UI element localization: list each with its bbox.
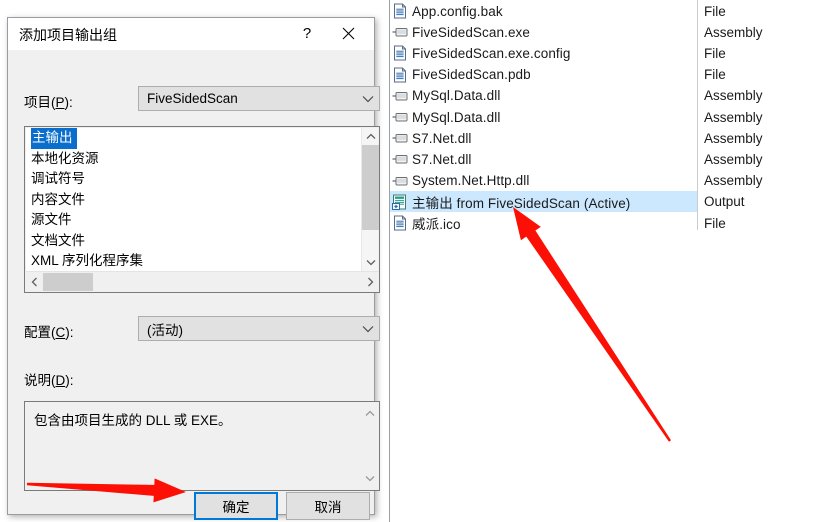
description-label: 说明(D): [24, 369, 74, 389]
ok-button[interactable]: 确定 [194, 492, 278, 520]
description-label-accesskey: D [55, 373, 66, 388]
file-type: Assembly [704, 88, 763, 104]
file-list-row[interactable]: System.Net.Http.dll [390, 170, 697, 191]
listbox-horizontal-scrollbar[interactable] [26, 271, 379, 291]
description-vertical-scrollbar[interactable] [361, 403, 378, 489]
file-list-row[interactable]: 威派.ico [390, 213, 697, 234]
scroll-up-icon[interactable] [361, 405, 378, 422]
file-type: Assembly [704, 24, 763, 40]
scroll-up-icon[interactable] [362, 128, 379, 145]
configuration-dropdown[interactable]: (活动) [138, 316, 380, 341]
assembly-icon [392, 24, 409, 40]
description-label-pre: 说明( [24, 373, 56, 388]
file-name: S7.Net.dll [412, 151, 472, 167]
document-icon [392, 215, 409, 231]
configuration-label: 配置(C): [24, 321, 74, 341]
config-label-accesskey: C [55, 325, 66, 340]
listbox-hscroll-thumb[interactable] [43, 273, 93, 291]
assembly-icon [392, 151, 409, 167]
file-name: MySql.Data.dll [412, 88, 501, 104]
dialog-titlebar: 添加项目输出组 ? [8, 18, 374, 50]
file-type: Assembly [704, 130, 763, 146]
document-icon [392, 3, 409, 19]
description-label-post: ): [65, 373, 74, 388]
file-list-row[interactable]: MySql.Data.dll [390, 85, 697, 106]
file-type: File [704, 67, 726, 83]
config-label-post: ): [65, 325, 74, 340]
assembly-icon [392, 130, 409, 146]
file-list-row[interactable]: App.config.bak [390, 1, 697, 22]
scroll-down-icon[interactable] [362, 254, 379, 271]
file-list-panel: App.config.bak FiveSidedScan.exe FiveSided… [389, 0, 819, 522]
assembly-icon [392, 173, 409, 189]
output-group-listbox[interactable]: 主输出 本地化资源 调试符号 内容文件 源文件 文档文件 XML 序列化程序集 [24, 126, 380, 293]
assembly-icon [392, 88, 409, 104]
help-button[interactable]: ? [290, 18, 324, 49]
add-project-output-group-dialog: 添加项目输出组 ? 项目(P): FiveSidedScan 主输出 本地化资源调… [7, 17, 380, 520]
project-label: 项目(P): [24, 91, 73, 111]
configuration-dropdown-value: (活动) [147, 322, 183, 338]
project-label-pre: 项目( [24, 95, 56, 110]
chevron-down-icon [357, 325, 379, 333]
file-list-row[interactable]: 主输出 from FiveSidedScan (Active) [390, 191, 697, 213]
file-name: FiveSidedScan.exe [412, 24, 531, 40]
assembly-icon [392, 109, 409, 125]
close-icon[interactable] [328, 18, 368, 49]
file-list-row[interactable]: S7.Net.dll [390, 128, 697, 149]
file-type: File [704, 3, 726, 19]
file-list-row[interactable]: FiveSidedScan.pdb [390, 64, 697, 85]
output-group-list-item[interactable]: 调试符号 [26, 169, 361, 190]
file-name: 威派.ico [412, 217, 461, 232]
file-type: Assembly [704, 109, 763, 125]
scroll-left-icon[interactable] [26, 272, 43, 291]
config-label-pre: 配置( [24, 325, 56, 340]
description-box: 包含由项目生成的 DLL 或 EXE。 [24, 401, 380, 491]
file-list-row[interactable]: S7.Net.dll [390, 149, 697, 170]
file-type: File [704, 45, 726, 61]
output-group-list-item[interactable]: 本地化资源 [26, 149, 361, 170]
file-name: 主输出 from FiveSidedScan (Active) [412, 195, 631, 211]
file-name: S7.Net.dll [412, 130, 472, 146]
scroll-down-icon[interactable] [361, 470, 378, 487]
column-divider [697, 0, 698, 230]
output-group-list-item[interactable]: XML 序列化程序集 [26, 251, 361, 271]
description-text: 包含由项目生成的 DLL 或 EXE。 [34, 413, 232, 428]
project-label-accesskey: P [55, 95, 65, 110]
project-label-post: ): [64, 95, 73, 110]
document-icon [392, 67, 409, 83]
output-group-list-item[interactable]: 主输出 [26, 128, 361, 149]
file-name: App.config.bak [412, 3, 503, 19]
file-name: FiveSidedScan.pdb [412, 67, 531, 83]
scroll-right-icon[interactable] [362, 272, 379, 291]
dialog-title: 添加项目输出组 [19, 27, 117, 43]
output-group-list-item[interactable]: 内容文件 [26, 190, 361, 211]
file-type: Assembly [704, 173, 763, 189]
output-group-list-item[interactable]: 文档文件 [26, 231, 361, 252]
output-group-list-item-label: 主输出 [31, 128, 77, 149]
output-group-list-items[interactable]: 主输出 本地化资源 调试符号 内容文件 源文件 文档文件 XML 序列化程序集 [26, 128, 361, 271]
output-group-list-item[interactable]: 源文件 [26, 210, 361, 231]
file-type: Assembly [704, 151, 763, 167]
file-type: Output [704, 194, 745, 210]
listbox-vertical-scrollbar[interactable] [361, 128, 379, 271]
project-dropdown[interactable]: FiveSidedScan [138, 86, 380, 111]
file-name: MySql.Data.dll [412, 109, 501, 125]
file-list-row[interactable]: FiveSidedScan.exe.config [390, 43, 697, 64]
project-output-icon [392, 194, 409, 210]
file-name: FiveSidedScan.exe.config [412, 45, 571, 61]
chevron-down-icon [357, 95, 379, 103]
cancel-button[interactable]: 取消 [286, 492, 370, 520]
file-type: File [704, 215, 726, 231]
document-icon [392, 45, 409, 61]
project-dropdown-value: FiveSidedScan [147, 91, 238, 106]
file-name: System.Net.Http.dll [412, 173, 530, 189]
file-list-row[interactable]: MySql.Data.dll [390, 107, 697, 128]
listbox-scroll-thumb[interactable] [362, 145, 379, 230]
file-list-row[interactable]: FiveSidedScan.exe [390, 22, 697, 43]
